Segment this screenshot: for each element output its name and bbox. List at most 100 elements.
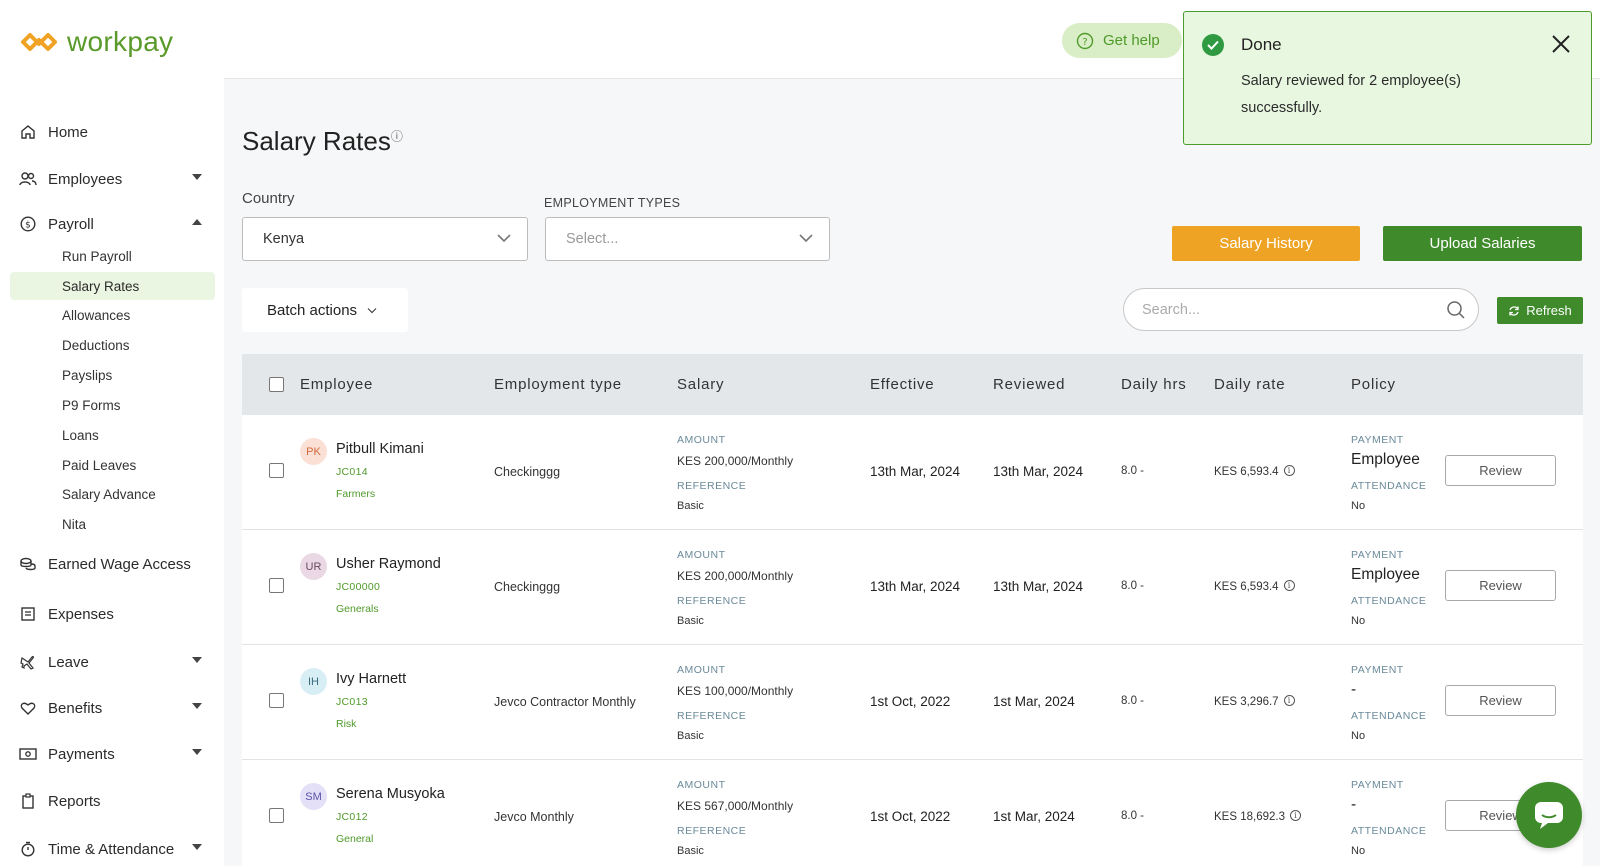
sidebar-item-reports[interactable]: Reports	[18, 788, 212, 814]
country-select[interactable]: Kenya	[242, 217, 528, 261]
header-effective[interactable]: Effective	[870, 376, 934, 393]
batch-actions-dropdown[interactable]: Batch actions	[242, 288, 408, 332]
workpay-logo[interactable]: workpay	[19, 26, 173, 58]
daily-rate-value: KES 18,692.3	[1214, 811, 1285, 823]
search-input[interactable]: Search...	[1123, 288, 1479, 331]
sidebar-subitem-nita[interactable]: Nita	[10, 510, 215, 538]
review-button[interactable]: Review	[1445, 455, 1556, 486]
plane-icon	[18, 652, 38, 672]
employment-type: Jevco Monthly	[494, 810, 574, 824]
chevron-up-icon	[192, 219, 202, 225]
salary-rates-table: Employee Employment type Salary Effectiv…	[242, 354, 1583, 866]
employee-name[interactable]: Usher Raymond	[336, 556, 441, 572]
reviewed-date: 1st Mar, 2024	[993, 809, 1075, 824]
upload-salaries-button[interactable]: Upload Salaries	[1383, 226, 1582, 261]
sidebar-item-benefits[interactable]: Benefits	[18, 695, 212, 721]
sidebar-item-payroll[interactable]: $ Payroll	[18, 211, 212, 237]
toast-message: Salary reviewed for 2 employee(s) succes…	[1241, 73, 1462, 116]
cash-icon	[18, 744, 38, 764]
salary-history-button[interactable]: Salary History	[1172, 226, 1360, 261]
employee-department: Generals	[336, 603, 379, 615]
sidebar-item-payments[interactable]: Payments	[18, 741, 212, 767]
effective-date: 1st Oct, 2022	[870, 694, 951, 709]
header-salary[interactable]: Salary	[677, 376, 724, 393]
header-daily-hrs[interactable]: Daily hrs	[1121, 376, 1187, 393]
salary-amount: KES 100,000/Monthly	[677, 684, 794, 698]
sidebar-item-label: Home	[48, 123, 89, 141]
salary-reference: Basic	[677, 500, 704, 512]
daily-hours: 8.0 -	[1121, 695, 1145, 707]
toast-title: Done	[1241, 35, 1282, 54]
header-reviewed[interactable]: Reviewed	[993, 376, 1065, 393]
sidebar-subitem-paid-leaves[interactable]: Paid Leaves	[10, 451, 215, 479]
header-employee[interactable]: Employee	[300, 376, 373, 393]
info-icon[interactable]: ⓘ	[391, 129, 403, 143]
chat-launcher-button[interactable]	[1516, 782, 1582, 848]
employee-department: Farmers	[336, 488, 376, 500]
sidebar-item-earned-wage-access[interactable]: Earned Wage Access	[18, 551, 212, 577]
row-checkbox[interactable]	[269, 578, 284, 593]
info-icon[interactable]: i	[1289, 810, 1301, 821]
info-icon[interactable]: i	[1283, 580, 1295, 591]
dollar-circle-icon: $	[18, 214, 38, 234]
header-policy[interactable]: Policy	[1351, 376, 1396, 393]
employment-types-placeholder: Select...	[566, 231, 619, 247]
sidebar-subitem-deductions[interactable]: Deductions	[10, 331, 215, 359]
employee-name[interactable]: Pitbull Kimani	[336, 441, 424, 457]
header-daily-rate[interactable]: Daily rate	[1214, 376, 1285, 393]
employment-types-label: EMPLOYMENT TYPES	[544, 196, 681, 210]
table-row: PK Pitbull Kimani JC014 Farmers Checking…	[242, 415, 1583, 530]
reference-label: REFERENCE	[677, 710, 747, 722]
employment-types-select[interactable]: Select...	[545, 217, 830, 261]
daily-hours: 8.0 -	[1121, 465, 1145, 477]
header-employment-type[interactable]: Employment type	[494, 376, 622, 393]
review-button[interactable]: Review	[1445, 685, 1556, 716]
policy-attendance: No	[1351, 845, 1366, 857]
employee-name[interactable]: Ivy Harnett	[336, 671, 406, 687]
review-button[interactable]: Review	[1445, 570, 1556, 601]
row-checkbox[interactable]	[269, 808, 284, 823]
salary-reference: Basic	[677, 615, 704, 627]
salary-reference: Basic	[677, 730, 704, 742]
select-all-checkbox[interactable]	[269, 377, 284, 392]
sidebar-item-leave[interactable]: Leave	[18, 649, 212, 675]
sidebar-subitem-payslips[interactable]: Payslips	[10, 361, 215, 389]
sidebar-subitem-p9-forms[interactable]: P9 Forms	[10, 391, 215, 419]
stopwatch-icon	[18, 839, 38, 859]
info-icon[interactable]: i	[1283, 465, 1295, 476]
sidebar-subitem-salary-advance[interactable]: Salary Advance	[10, 480, 215, 508]
payment-label: PAYMENT	[1351, 664, 1404, 676]
refresh-button[interactable]: Refresh	[1497, 297, 1583, 324]
page-title: Salary Ratesⓘ	[242, 126, 403, 157]
check-circle-icon	[1202, 34, 1224, 56]
home-icon	[18, 122, 38, 142]
sidebar-subitem-loans[interactable]: Loans	[10, 421, 215, 449]
search-placeholder: Search...	[1142, 301, 1201, 318]
effective-date: 1st Oct, 2022	[870, 809, 951, 824]
sidebar-subitem-allowances[interactable]: Allowances	[10, 301, 215, 329]
close-icon[interactable]	[1549, 32, 1573, 56]
sidebar-item-expenses[interactable]: Expenses	[18, 601, 212, 627]
policy-payment: -	[1351, 796, 1357, 813]
sidebar-subitem-run-payroll[interactable]: Run Payroll	[10, 242, 215, 270]
get-help-button[interactable]: ? Get help	[1062, 23, 1182, 58]
policy-attendance: No	[1351, 500, 1366, 512]
sidebar-subitem-salary-rates[interactable]: Salary Rates	[10, 272, 215, 300]
sidebar-item-employees[interactable]: Employees	[18, 166, 212, 192]
row-checkbox[interactable]	[269, 463, 284, 478]
sidebar-item-home[interactable]: Home	[18, 119, 212, 145]
salary-amount: KES 567,000/Monthly	[677, 799, 794, 813]
svg-text:?: ?	[1082, 37, 1087, 48]
row-checkbox[interactable]	[269, 693, 284, 708]
employee-name[interactable]: Serena Musyoka	[336, 786, 445, 802]
daily-rate: KES 6,593.4 i	[1214, 580, 1295, 593]
effective-date: 13th Mar, 2024	[870, 579, 961, 594]
info-icon[interactable]: i	[1283, 695, 1295, 706]
policy-payment: Employee	[1351, 566, 1420, 583]
sidebar-item-label: Employees	[48, 170, 123, 188]
amount-label: AMOUNT	[677, 779, 726, 791]
sidebar-item-time-attendance[interactable]: Time & Attendance	[18, 836, 212, 862]
success-toast: Done Salary reviewed for 2 employee(s) s…	[1183, 11, 1592, 145]
table-row: IH Ivy Harnett JC013 Risk Jevco Contract…	[242, 645, 1583, 760]
avatar: PK	[300, 438, 327, 465]
